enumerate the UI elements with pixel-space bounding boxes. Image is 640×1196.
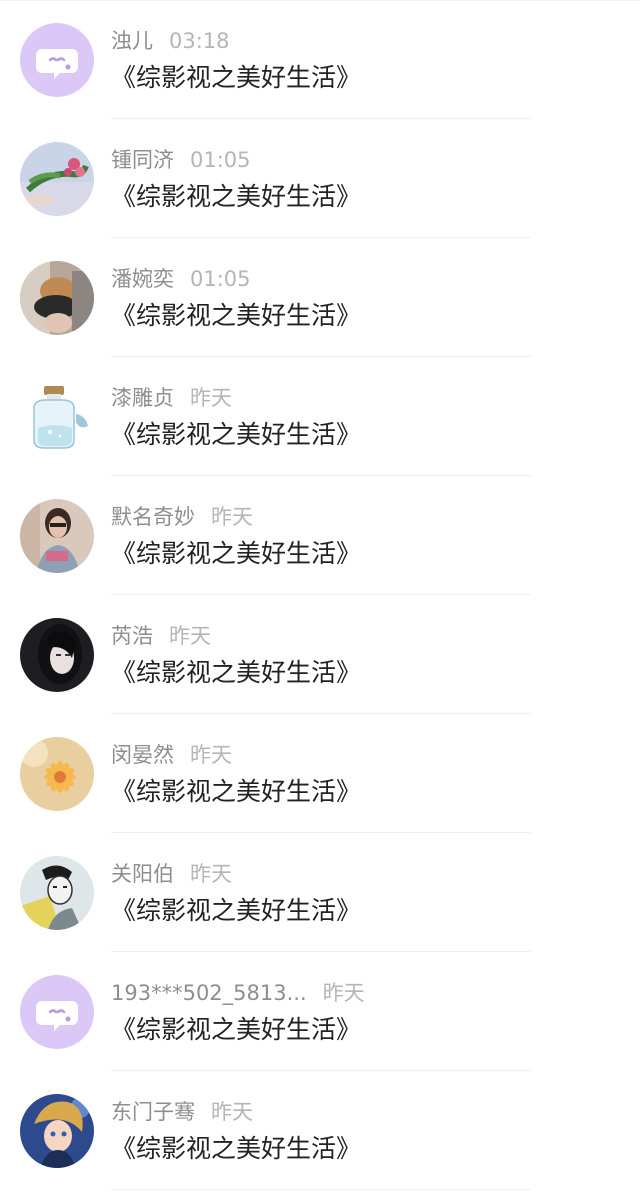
avatar[interactable] <box>20 856 94 930</box>
message-row[interactable]: 闵晏然 昨天 《综影视之美好生活》 <box>0 714 640 833</box>
avatar[interactable] <box>20 737 94 811</box>
message-list: 浊儿 03:18 《综影视之美好生活》 锺同济 01:05 《综影视之美好生活》 <box>0 0 640 1190</box>
cat-photo <box>20 261 94 335</box>
sender-name: 锺同济 <box>111 148 174 172</box>
message-preview: 《综影视之美好生活》 <box>111 301 362 330</box>
message-row[interactable]: 东门子骞 昨天 《综影视之美好生活》 <box>0 1071 640 1190</box>
message-meta: 浊儿 03:18 <box>111 26 230 56</box>
divider <box>111 1189 531 1190</box>
sender-name: 193***502_5813... <box>111 981 307 1005</box>
avatar[interactable] <box>20 380 94 454</box>
sender-name: 闵晏然 <box>111 743 174 767</box>
message-time: 昨天 <box>190 743 232 767</box>
anime-boy-photo <box>20 1094 94 1168</box>
message-row[interactable]: 193***502_5813... 昨天 《综影视之美好生活》 <box>0 952 640 1071</box>
message-meta: 闵晏然 昨天 <box>111 740 232 770</box>
message-time: 昨天 <box>211 505 253 529</box>
message-meta: 关阳伯 昨天 <box>111 859 232 889</box>
message-row[interactable]: 潘婉奕 01:05 《综影视之美好生活》 <box>0 238 640 357</box>
message-preview: 《综影视之美好生活》 <box>111 539 362 568</box>
message-time: 昨天 <box>190 386 232 410</box>
avatar[interactable] <box>20 261 94 335</box>
message-preview: 《综影视之美好生活》 <box>111 63 362 92</box>
flowers-photo <box>20 142 94 216</box>
message-preview: 《综影视之美好生活》 <box>111 896 362 925</box>
sender-name: 关阳伯 <box>111 862 174 886</box>
message-time: 昨天 <box>190 862 232 886</box>
message-meta: 潘婉奕 01:05 <box>111 264 251 294</box>
sender-name: 东门子骞 <box>111 1100 195 1124</box>
message-meta: 锺同济 01:05 <box>111 145 251 175</box>
sender-name: 芮浩 <box>111 624 153 648</box>
message-preview: 《综影视之美好生活》 <box>111 182 362 211</box>
message-meta: 默名奇妙 昨天 <box>111 502 253 532</box>
message-time: 01:05 <box>190 148 251 172</box>
message-row[interactable]: 默名奇妙 昨天 《综影视之美好生活》 <box>0 476 640 595</box>
message-time: 03:18 <box>169 29 230 53</box>
message-preview: 《综影视之美好生活》 <box>111 777 362 806</box>
message-time: 昨天 <box>322 981 365 1005</box>
message-preview: 《综影视之美好生活》 <box>111 1015 362 1044</box>
avatar[interactable] <box>20 23 94 97</box>
sender-name: 默名奇妙 <box>111 505 195 529</box>
sender-name: 潘婉奕 <box>111 267 174 291</box>
sender-name: 浊儿 <box>111 29 153 53</box>
message-preview: 《综影视之美好生活》 <box>111 658 362 687</box>
dark-hair-photo <box>20 618 94 692</box>
jar-photo <box>20 380 94 454</box>
avatar[interactable] <box>20 142 94 216</box>
avatar[interactable] <box>20 975 94 1049</box>
daisy-photo <box>20 737 94 811</box>
message-row[interactable]: 芮浩 昨天 《综影视之美好生活》 <box>0 595 640 714</box>
message-preview: 《综影视之美好生活》 <box>111 420 362 449</box>
message-row[interactable]: 漆雕贞 昨天 《综影视之美好生活》 <box>0 357 640 476</box>
message-meta: 漆雕贞 昨天 <box>111 383 232 413</box>
message-preview: 《综影视之美好生活》 <box>111 1134 362 1163</box>
chat-bubble-icon <box>20 23 94 97</box>
message-meta: 193***502_5813... 昨天 <box>111 978 365 1008</box>
message-meta: 东门子骞 昨天 <box>111 1097 253 1127</box>
message-meta: 芮浩 昨天 <box>111 621 211 651</box>
message-time: 昨天 <box>169 624 211 648</box>
message-row[interactable]: 锺同济 01:05 《综影视之美好生活》 <box>0 119 640 238</box>
message-row[interactable]: 浊儿 03:18 《综影视之美好生活》 <box>0 0 640 119</box>
sketch-boy-photo <box>20 856 94 930</box>
avatar[interactable] <box>20 499 94 573</box>
sender-name: 漆雕贞 <box>111 386 174 410</box>
avatar[interactable] <box>20 1094 94 1168</box>
message-row[interactable]: 关阳伯 昨天 《综影视之美好生活》 <box>0 833 640 952</box>
chat-bubble-icon <box>20 975 94 1049</box>
message-time: 01:05 <box>190 267 251 291</box>
avatar[interactable] <box>20 618 94 692</box>
girl-photo <box>20 499 94 573</box>
message-time: 昨天 <box>211 1100 253 1124</box>
